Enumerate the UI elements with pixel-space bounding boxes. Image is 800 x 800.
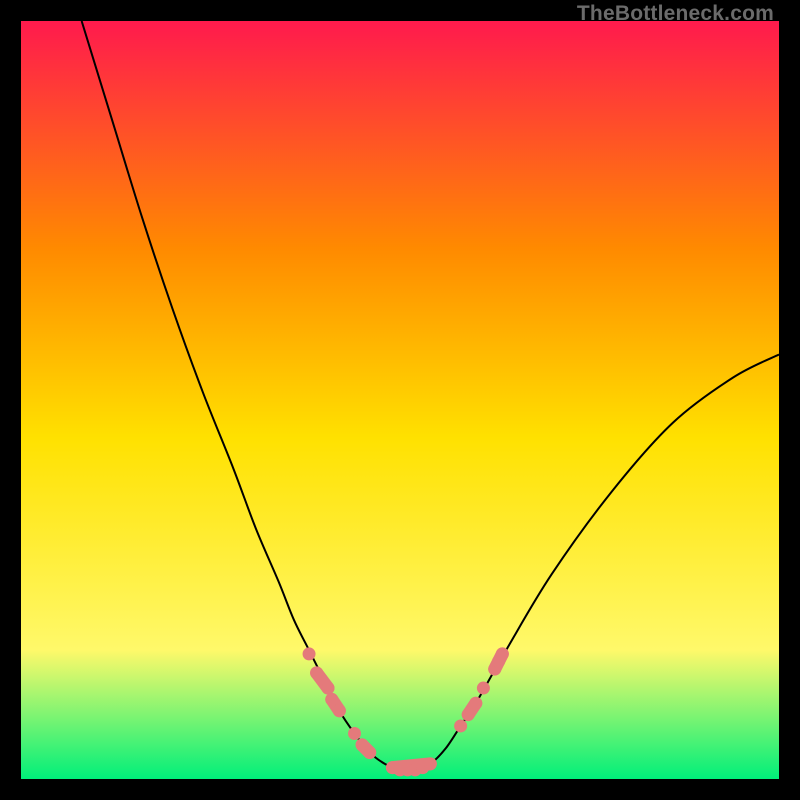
gradient-background: [21, 21, 779, 779]
data-marker: [496, 647, 509, 660]
data-marker: [462, 708, 475, 721]
data-marker: [363, 746, 376, 759]
data-marker: [424, 757, 437, 770]
data-marker: [348, 727, 361, 740]
data-marker: [325, 693, 338, 706]
bottleneck-chart: [21, 21, 779, 779]
data-marker: [310, 666, 323, 679]
data-marker: [454, 719, 467, 732]
data-marker: [469, 697, 482, 710]
chart-frame: [21, 21, 779, 779]
data-marker: [333, 704, 346, 717]
data-marker: [477, 682, 490, 695]
data-marker: [321, 682, 334, 695]
data-marker: [303, 647, 316, 660]
